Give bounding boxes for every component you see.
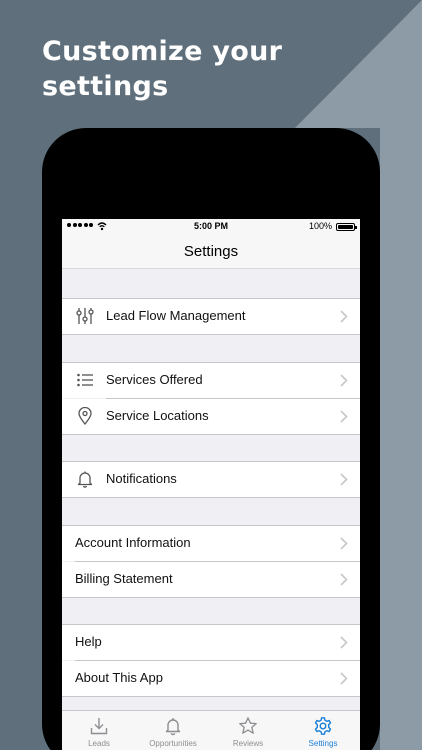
chevron-right-icon [340,573,348,586]
row-label: About This App [75,670,163,685]
tab-reviews[interactable]: Reviews [211,711,285,750]
page-title: Settings [183,243,239,260]
row-label: Help [75,634,102,649]
bell-icon [165,718,181,736]
tab-label: Reviews [232,739,264,748]
row-label: Account Information [75,535,191,550]
battery-percentage: 100% [308,221,332,231]
row-services-offered[interactable]: Services Offered [62,363,360,398]
row-help[interactable]: Help [62,625,360,660]
chevron-right-icon [340,636,348,649]
separator [62,497,360,498]
row-label: Lead Flow Management [106,308,246,323]
chevron-right-icon [340,374,348,387]
row-about-this-app[interactable]: About This App [62,661,360,696]
download-tray-icon [90,718,108,735]
tab-label: Leads [88,739,110,748]
star-icon [239,717,257,734]
battery-icon [336,223,357,231]
tab-leads[interactable]: Leads [62,711,136,750]
separator [62,434,360,435]
chevron-right-icon [340,672,348,685]
tab-bar: Leads Opportunities Reviews Settings [62,710,360,750]
row-notifications[interactable]: Notifications [62,462,360,497]
tab-label: Settings [308,739,338,748]
tab-opportunities[interactable]: Opportunities [136,711,210,750]
tab-label: Opportunities [149,739,197,748]
row-label: Service Locations [106,408,209,423]
row-lead-flow-management[interactable]: Lead Flow Management [62,299,360,334]
navigation-bar: Settings [62,235,360,269]
promo-headline-line2: settings [42,71,169,102]
separator [62,334,360,335]
separator [62,696,360,697]
phone-screen: 5:00 PM 100% Settings Lead Flow Manageme… [62,219,360,750]
tab-settings[interactable]: Settings [286,711,360,750]
chevron-right-icon [340,310,348,323]
status-bar: 5:00 PM 100% [62,219,360,235]
chevron-right-icon [340,410,348,423]
sliders-icon [76,308,94,324]
row-account-information[interactable]: Account Information [62,526,360,561]
promo-headline-line1: Customize your [42,36,283,67]
row-label: Billing Statement [75,571,173,586]
chevron-right-icon [340,537,348,550]
location-pin-icon [78,407,92,425]
gear-icon [314,717,332,735]
chevron-right-icon [340,473,348,486]
separator [62,597,360,598]
row-label: Notifications [106,471,177,486]
list-icon [77,373,93,387]
row-billing-statement[interactable]: Billing Statement [62,562,360,597]
row-service-locations[interactable]: Service Locations [62,399,360,434]
row-label: Services Offered [106,372,203,387]
bell-icon [77,471,93,488]
promo-headline: Customize your settings [42,34,282,104]
